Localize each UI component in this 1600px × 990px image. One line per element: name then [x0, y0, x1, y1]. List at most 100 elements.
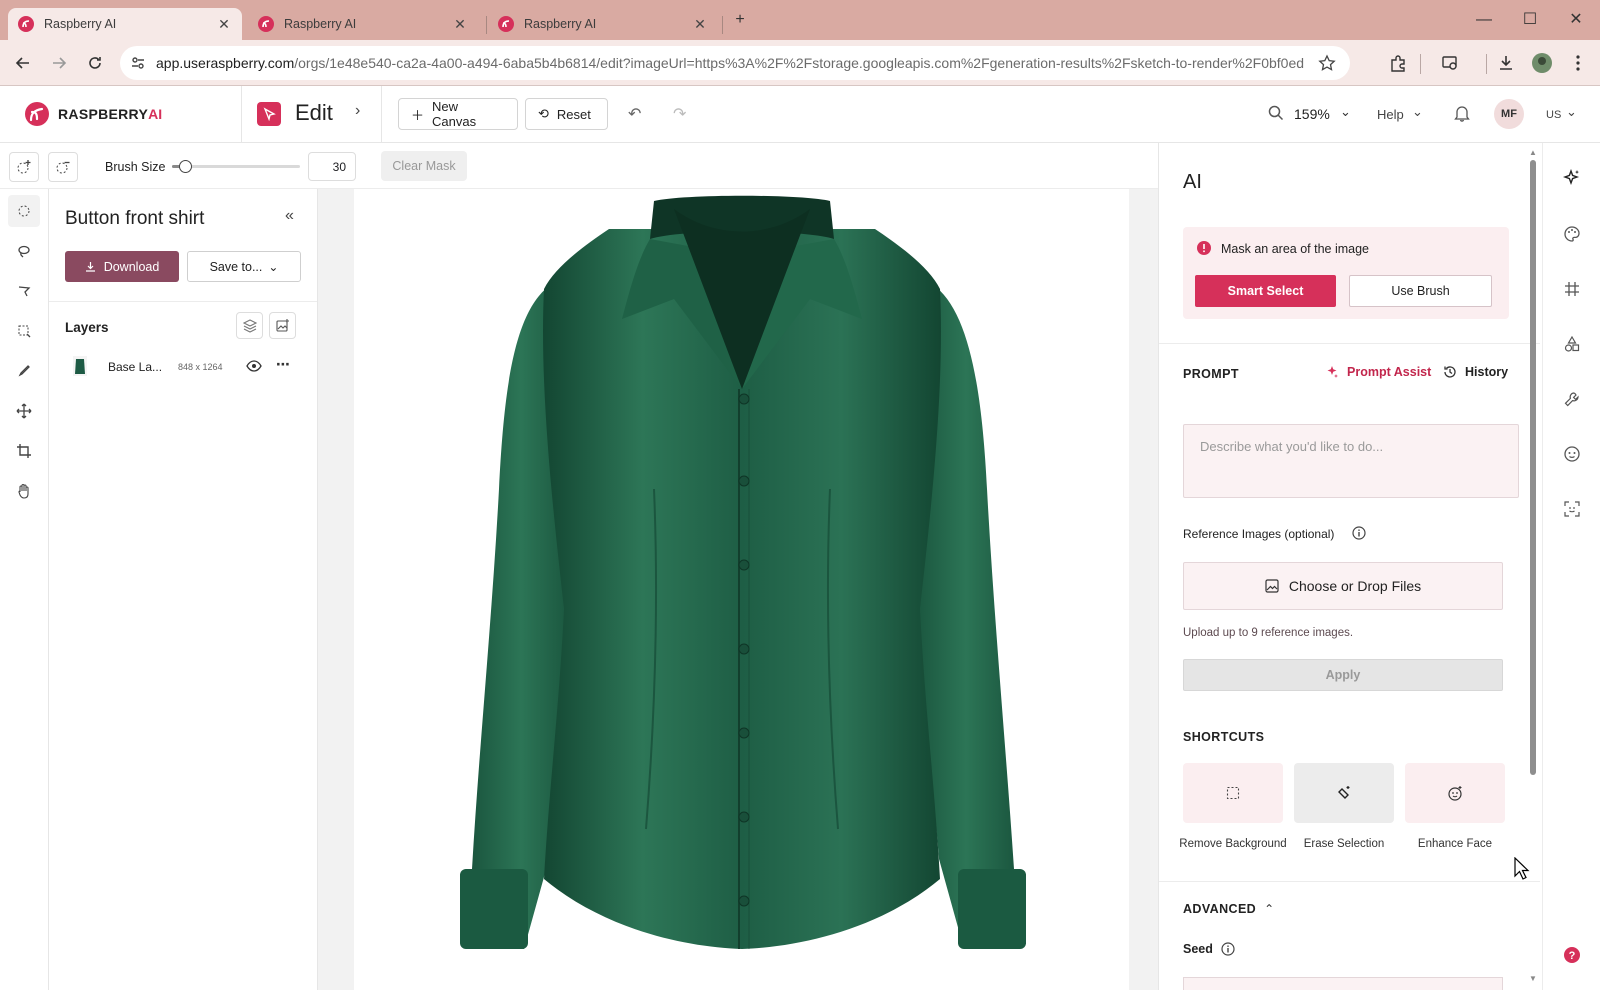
locale-chevron-down-icon[interactable]: ⌄: [1566, 104, 1577, 120]
browser-toolbar: app.useraspberry.com /orgs/1e48e540-ca2a…: [0, 40, 1600, 86]
prompt-assist-button[interactable]: Prompt Assist: [1325, 365, 1431, 379]
layers-stack-icon[interactable]: [236, 312, 263, 339]
chevron-up-icon: ⌃: [1264, 902, 1275, 916]
close-tab-icon[interactable]: ✕: [692, 16, 708, 33]
forward-icon[interactable]: [47, 51, 71, 75]
layer-menu-icon[interactable]: ⋯: [276, 356, 290, 373]
download-icon[interactable]: [1494, 51, 1518, 75]
raspberry-favicon-icon: [258, 16, 274, 32]
prompt-heading: PROMPT: [1183, 367, 1239, 381]
scroll-down-icon[interactable]: ▼: [1529, 974, 1537, 983]
crop-tool-icon[interactable]: [8, 435, 40, 467]
zoom-level[interactable]: 159%: [1294, 106, 1330, 122]
zoom-search-icon[interactable]: [1268, 105, 1284, 121]
minimize-icon[interactable]: —: [1474, 10, 1494, 30]
smart-select-button[interactable]: Smart Select: [1195, 275, 1336, 307]
remove-background-shortcut[interactable]: [1183, 763, 1283, 823]
bookmark-star-icon[interactable]: [1318, 54, 1336, 72]
brush-size-slider[interactable]: [172, 160, 300, 173]
advanced-toggle[interactable]: ADVANCED ⌃: [1183, 902, 1274, 916]
layer-row[interactable]: Base La... 848 x 1264 ⋯: [65, 353, 305, 381]
ai-sparkle-icon[interactable]: [1557, 163, 1587, 193]
locale-selector[interactable]: US: [1546, 109, 1561, 121]
scrollbar-thumb[interactable]: [1530, 160, 1536, 775]
alert-icon: [1197, 241, 1211, 255]
brush-tool-icon[interactable]: [8, 355, 40, 387]
zoom-chevron-down-icon[interactable]: ⌄: [1340, 104, 1351, 120]
download-button[interactable]: Download: [65, 251, 179, 282]
address-bar[interactable]: app.useraspberry.com /orgs/1e48e540-ca2a…: [120, 46, 1350, 80]
grid-pattern-icon[interactable]: [1557, 274, 1587, 304]
close-tab-icon[interactable]: ✕: [452, 16, 468, 33]
eye-visibility-icon[interactable]: [246, 360, 262, 372]
help-menu[interactable]: Help: [1377, 107, 1404, 122]
choose-files-button[interactable]: Choose or Drop Files: [1183, 562, 1503, 610]
seed-info-icon[interactable]: [1221, 942, 1235, 956]
palette-icon[interactable]: [1557, 219, 1587, 249]
shortcuts-heading: SHORTCUTS: [1183, 730, 1265, 744]
help-chevron-down-icon[interactable]: ⌄: [1412, 104, 1423, 120]
enhance-face-label: Enhance Face: [1417, 838, 1493, 850]
polygon-lasso-tool-icon[interactable]: [8, 275, 40, 307]
scroll-up-icon[interactable]: ▲: [1529, 148, 1537, 157]
add-selection-icon[interactable]: [9, 152, 39, 182]
raspberry-logo[interactable]: RASPBERRY AI: [24, 101, 162, 127]
eraser-icon: [1338, 786, 1350, 799]
canvas-area[interactable]: [318, 189, 1158, 990]
artboard[interactable]: [354, 189, 1129, 990]
reset-button[interactable]: ⟲ Reset: [525, 98, 608, 130]
reference-images-label: Reference Images (optional): [1183, 527, 1335, 541]
image-icon: [1265, 579, 1279, 593]
help-question-icon[interactable]: ?: [1557, 940, 1587, 970]
erase-selection-shortcut[interactable]: [1294, 763, 1394, 823]
maximize-icon[interactable]: ☐: [1520, 10, 1540, 30]
brush-size-slider-thumb[interactable]: [178, 160, 192, 173]
hand-tool-icon[interactable]: [8, 475, 40, 507]
history-button[interactable]: History: [1443, 365, 1508, 379]
smart-select-tool-icon[interactable]: [8, 195, 40, 227]
browser-tab-1[interactable]: Raspberry AI ✕: [8, 8, 242, 40]
app-header: RASPBERRY AI Edit › ＋ New Canvas ⟲ Reset ↶ …: [0, 86, 1600, 143]
lasso-tool-icon[interactable]: [8, 235, 40, 267]
wrench-icon[interactable]: [1557, 384, 1587, 414]
new-canvas-button[interactable]: ＋ New Canvas: [398, 98, 518, 130]
svg-text:?: ?: [1569, 950, 1576, 962]
prompt-textarea[interactable]: Describe what you'd like to do...: [1183, 424, 1519, 498]
tab-search-icon[interactable]: [1438, 51, 1462, 75]
browser-tab-2[interactable]: Raspberry AI ✕: [248, 8, 478, 40]
undo-icon[interactable]: ↶: [628, 104, 641, 124]
profile-avatar-icon[interactable]: [1530, 51, 1554, 75]
move-tool-icon[interactable]: [8, 395, 40, 427]
notifications-bell-icon[interactable]: [1454, 105, 1470, 122]
face-scan-icon[interactable]: [1557, 494, 1587, 524]
face-icon[interactable]: [1557, 439, 1587, 469]
save-to-button[interactable]: Save to... ⌄: [187, 251, 301, 282]
browser-tab-3[interactable]: Raspberry AI ✕: [488, 8, 718, 40]
close-tab-icon[interactable]: ✕: [216, 16, 232, 33]
collapse-panel-icon[interactable]: «: [285, 207, 294, 225]
info-icon[interactable]: [1352, 526, 1366, 540]
ai-panel: AI Mask an area of the image Smart Selec…: [1158, 143, 1540, 990]
back-icon[interactable]: [11, 51, 35, 75]
close-window-icon[interactable]: ✕: [1566, 10, 1586, 30]
redo-icon[interactable]: ↷: [673, 104, 686, 124]
add-image-layer-icon[interactable]: [269, 312, 296, 339]
rect-select-tool-icon[interactable]: [8, 315, 40, 347]
extensions-icon[interactable]: [1386, 51, 1410, 75]
use-brush-button[interactable]: Use Brush: [1349, 275, 1492, 307]
enhance-face-shortcut[interactable]: [1405, 763, 1505, 823]
select-tool-icon[interactable]: [257, 102, 281, 126]
subtract-selection-icon[interactable]: [48, 152, 78, 182]
apply-button[interactable]: Apply: [1183, 659, 1503, 691]
brush-size-input[interactable]: 30: [308, 152, 356, 181]
shapes-icon[interactable]: [1557, 329, 1587, 359]
user-avatar[interactable]: MF: [1494, 99, 1524, 129]
reload-icon[interactable]: [83, 51, 107, 75]
chevron-right-icon[interactable]: ›: [355, 102, 360, 120]
seed-input[interactable]: [1183, 977, 1503, 990]
site-settings-icon[interactable]: [120, 55, 156, 71]
new-tab-icon[interactable]: +: [730, 10, 750, 30]
browser-menu-icon[interactable]: [1566, 51, 1590, 75]
clear-mask-button[interactable]: Clear Mask: [381, 151, 467, 181]
brush-size-label: Brush Size: [105, 160, 166, 174]
